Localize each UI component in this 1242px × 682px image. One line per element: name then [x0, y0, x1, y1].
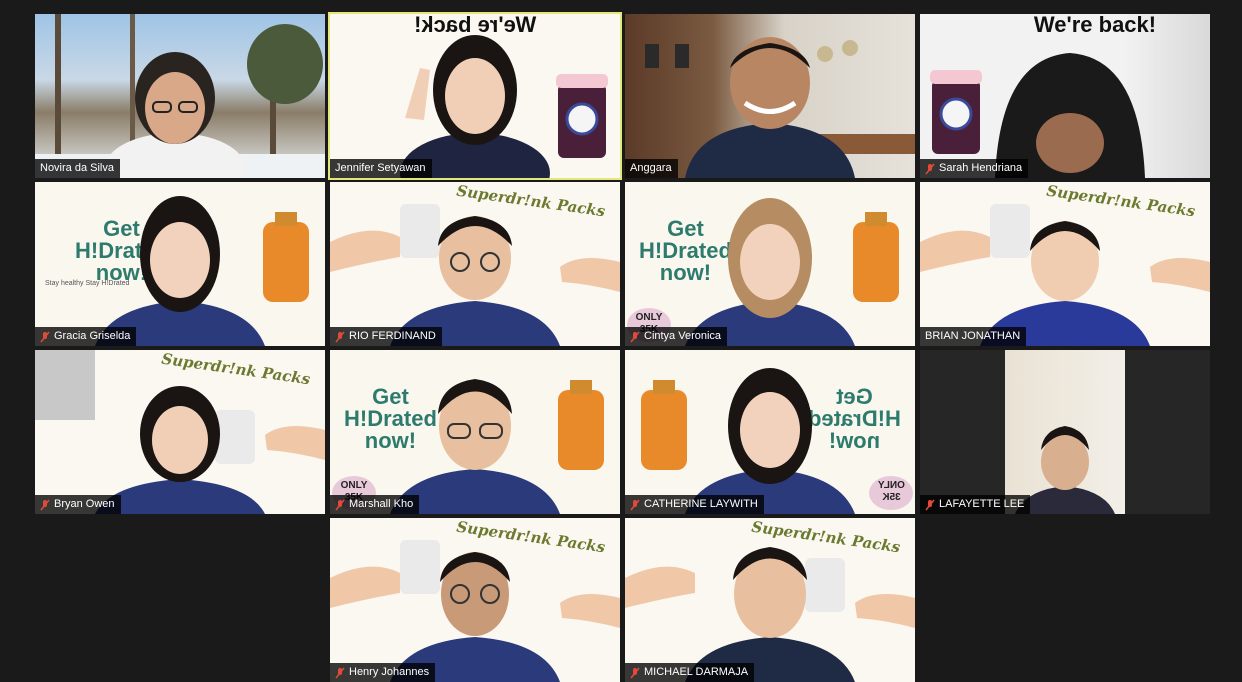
- participant-video: [980, 221, 1150, 346]
- participant-video: [685, 37, 855, 178]
- participant-name-label: LAFAYETTE LEE: [920, 495, 1031, 514]
- participant-name-label: Novira da Silva: [35, 159, 120, 178]
- muted-microphone-icon: [335, 331, 345, 342]
- participant-video: [95, 196, 265, 346]
- muted-microphone-icon: [335, 667, 345, 678]
- video-tile-catherine[interactable]: Get H!Drated now! ONLY 35K CATHERINE LAYWIT…: [625, 350, 915, 514]
- video-tile-gracia[interactable]: Get H!Drated now! Stay healthy Stay H!Drat…: [35, 182, 325, 346]
- muted-microphone-icon: [925, 163, 935, 174]
- video-tile-rio[interactable]: Superdr!nk Packs RIO FERDINAND: [330, 182, 620, 346]
- video-tile-lafayette[interactable]: LAFAYETTE LEE: [920, 350, 1210, 514]
- participant-name-label: Bryan Owen: [35, 495, 121, 514]
- participant-name-label: Jennifer Setyawan: [330, 159, 432, 178]
- participant-name-label: Marshall Kho: [330, 495, 420, 514]
- participant-name-label: BRIAN JONATHAN: [920, 327, 1027, 346]
- muted-microphone-icon: [630, 667, 640, 678]
- video-tile-jennifer[interactable]: We're back! Jennifer Setyawan: [328, 12, 622, 180]
- participant-video: [685, 198, 855, 346]
- muted-microphone-icon: [630, 499, 640, 510]
- participant-video: [1015, 426, 1115, 514]
- participant-video: [685, 368, 855, 514]
- participant-video: [685, 547, 855, 682]
- participant-video: [390, 379, 560, 514]
- video-tile-novira[interactable]: Novira da Silva: [35, 14, 325, 178]
- muted-microphone-icon: [335, 499, 345, 510]
- participant-name-label: RIO FERDINAND: [330, 327, 442, 346]
- participant-video: [995, 53, 1145, 178]
- video-tile-henry[interactable]: Superdr!nk Packs Henry Johannes: [330, 518, 620, 682]
- participant-name-label: Cintya Veronica: [625, 327, 728, 346]
- muted-microphone-icon: [630, 331, 640, 342]
- participant-video: [390, 552, 560, 682]
- participant-video: [390, 216, 560, 346]
- muted-microphone-icon: [40, 331, 50, 342]
- video-tile-cintya[interactable]: GetH!Dratednow! ONLY35K Cintya Veronica: [625, 182, 915, 346]
- muted-microphone-icon: [925, 499, 935, 510]
- participant-name-label: Anggara: [625, 159, 678, 178]
- participant-name-label: MICHAEL DARMAJA: [625, 663, 755, 682]
- participant-name-label: CATHERINE LAYWITH: [625, 495, 764, 514]
- participant-name-label: Gracia Griselda: [35, 327, 137, 346]
- video-tile-brian[interactable]: Superdr!nk Packs BRIAN JONATHAN: [920, 182, 1210, 346]
- video-tile-bryan[interactable]: Superdr!nk Packs Bryan Owen: [35, 350, 325, 514]
- video-tile-anggara[interactable]: Anggara: [625, 14, 915, 178]
- participant-name-label: Sarah Hendriana: [920, 159, 1029, 178]
- muted-microphone-icon: [40, 499, 50, 510]
- video-tile-marshall[interactable]: GetH!Dratednow! ONLY35K Marshall Kho: [330, 350, 620, 514]
- video-tile-sarah[interactable]: We're back! Sarah Hendriana: [920, 14, 1210, 178]
- video-tile-michael[interactable]: Superdr!nk Packs MICHAEL DARMAJA: [625, 518, 915, 682]
- participant-name-label: Henry Johannes: [330, 663, 436, 682]
- participant-video: [95, 386, 265, 514]
- participant-video: [105, 52, 245, 178]
- participant-video: [400, 35, 550, 178]
